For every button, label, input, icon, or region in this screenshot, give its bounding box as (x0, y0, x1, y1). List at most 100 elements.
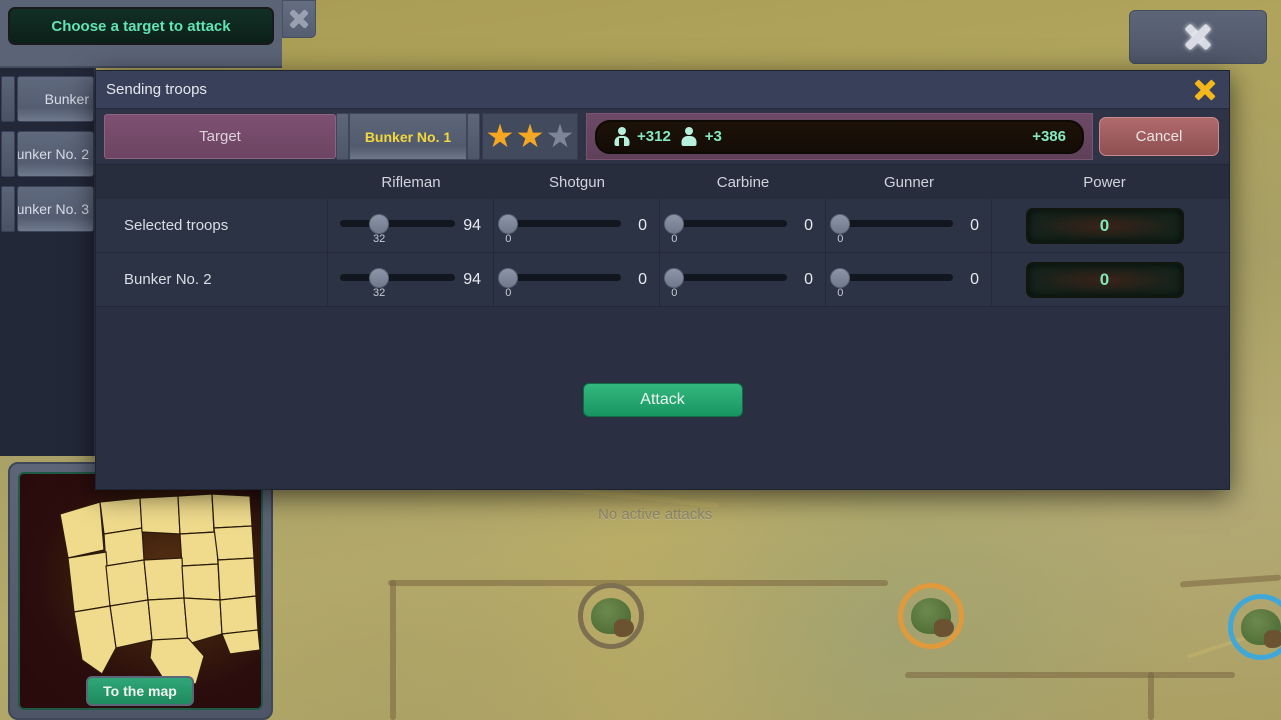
row-label: Bunker No. 2 (96, 253, 328, 306)
column-header-gunner: Gunner (883, 173, 935, 191)
to-the-map-button[interactable]: To the map (86, 676, 194, 706)
slider-cell-gunner[interactable]: 0 0 (826, 199, 992, 252)
list-item[interactable]: Bunker No. 2 (0, 127, 94, 181)
bunker-list: Bunker Bunker No. 2 Bunker No. 3 (0, 68, 94, 236)
civilian-stat: +3 (681, 127, 722, 146)
troop-slider[interactable]: 32 (340, 211, 455, 245)
troops-table: Rifleman Shotgun Carbine Gunner Power Se… (96, 165, 1229, 307)
troop-slider[interactable]: 32 (340, 265, 455, 299)
slider-value: 0 (837, 286, 844, 299)
slider-knob[interactable] (830, 213, 851, 234)
target-button[interactable]: Target (104, 114, 336, 159)
power-value: 0 (1099, 215, 1110, 235)
marker-ring (578, 583, 644, 649)
slider-cell-shotgun[interactable]: 0 0 (494, 199, 660, 252)
right-grip-handle[interactable] (467, 113, 480, 160)
cancel-label: Cancel (1135, 128, 1183, 145)
stats-container: +312 +3 +386 (586, 113, 1093, 160)
slider-cell-carbine[interactable]: 0 0 (660, 253, 826, 306)
table-row: Bunker No. 2 32 94 0 0 0 0 0 0 0 (96, 253, 1229, 307)
slider-cell-shotgun[interactable]: 0 0 (494, 253, 660, 306)
troops-value: +312 (637, 128, 671, 145)
slider-cell-rifleman[interactable]: 32 94 (328, 199, 494, 252)
troop-slider[interactable]: 0 (498, 211, 621, 245)
row-label: Selected troops (96, 199, 328, 252)
bunker-grip-handle[interactable] (1, 131, 15, 177)
list-item[interactable]: Bunker (0, 72, 94, 126)
slider-max: 0 (970, 270, 979, 288)
slider-value: 0 (505, 232, 512, 245)
to-the-map-label: To the map (103, 683, 177, 699)
bunker-tab-label: Bunker No. 1 (364, 128, 452, 145)
sending-troops-dialog: Sending troops Target Bunker No. 1 +312 (95, 70, 1230, 490)
minimap[interactable] (18, 472, 263, 710)
troop-slider[interactable]: 0 (664, 265, 787, 299)
troop-slider[interactable]: 0 (664, 211, 787, 245)
dialog-close-button[interactable] (1193, 78, 1217, 102)
slider-track[interactable] (838, 219, 953, 227)
slider-track[interactable] (672, 273, 787, 281)
target-label: Target (199, 128, 241, 145)
cancel-button[interactable]: Cancel (1099, 117, 1219, 156)
slider-knob[interactable] (664, 213, 685, 234)
slider-track[interactable] (506, 219, 621, 227)
dialog-titlebar: Sending troops (96, 71, 1229, 109)
close-x-icon (1183, 22, 1213, 52)
troop-slider[interactable]: 0 (498, 265, 621, 299)
slider-max: 0 (970, 216, 979, 234)
bunker-card[interactable]: Bunker No. 2 (17, 131, 94, 177)
slider-track[interactable] (506, 273, 621, 281)
attack-button-container: Attack (96, 307, 1229, 417)
civilian-value: +3 (704, 128, 722, 145)
map-marker-base[interactable] (898, 583, 964, 649)
slider-value: 32 (372, 232, 386, 245)
power-cell: 0 (992, 253, 1217, 306)
slider-cell-gunner[interactable]: 0 0 (826, 253, 992, 306)
left-grip-handle[interactable] (336, 113, 349, 160)
bunker-grip-handle[interactable] (1, 186, 15, 232)
table-row: Selected troops 32 94 0 0 0 0 0 0 0 (96, 199, 1229, 253)
slider-max: 0 (638, 270, 647, 288)
close-x-icon (288, 8, 310, 30)
slider-track[interactable] (838, 273, 953, 281)
bunker-grip-handle[interactable] (1, 76, 15, 122)
window-close-button[interactable] (1129, 10, 1267, 64)
power-display: 0 (1025, 261, 1184, 298)
slider-track[interactable] (340, 219, 455, 227)
bunker-label: Bunker No. 2 (17, 146, 89, 162)
star-rating (482, 113, 578, 160)
slider-knob[interactable] (369, 213, 390, 234)
star-filled-icon (517, 123, 543, 148)
slider-knob[interactable] (369, 267, 390, 288)
list-item[interactable]: Bunker No. 3 (0, 182, 94, 236)
tab-bunker-no-1[interactable]: Bunker No. 1 (349, 113, 467, 160)
slider-cell-carbine[interactable]: 0 0 (660, 199, 826, 252)
column-header-carbine: Carbine (716, 173, 770, 191)
us-states-map (59, 493, 261, 685)
slider-knob[interactable] (498, 267, 519, 288)
slider-value: 0 (837, 232, 844, 245)
map-marker-base[interactable] (578, 583, 644, 649)
attack-button[interactable]: Attack (582, 383, 743, 417)
slider-knob[interactable] (664, 267, 685, 288)
power-cell: 0 (992, 199, 1217, 252)
map-marker-base[interactable] (1228, 594, 1281, 660)
dialog-body: Attack (96, 307, 1229, 489)
slider-cell-rifleman[interactable]: 32 94 (328, 253, 494, 306)
attack-label: Attack (640, 391, 685, 408)
slider-track[interactable] (340, 273, 455, 281)
troop-slider[interactable]: 0 (830, 211, 953, 245)
bunker-card[interactable]: Bunker (17, 76, 94, 122)
person-icon (681, 127, 698, 146)
troop-slider[interactable]: 0 (830, 265, 953, 299)
slider-knob[interactable] (830, 267, 851, 288)
star-filled-icon (487, 123, 513, 148)
no-active-attacks-label: No active attacks (598, 506, 713, 523)
slider-knob[interactable] (498, 213, 519, 234)
star-empty-icon (547, 123, 573, 148)
choose-target-label: Choose a target to attack (51, 17, 231, 35)
reward-stats-bar: +312 +3 +386 (595, 119, 1084, 154)
slider-track[interactable] (672, 219, 787, 227)
banner-close-button[interactable] (282, 0, 316, 38)
bunker-card[interactable]: Bunker No. 3 (17, 186, 94, 232)
